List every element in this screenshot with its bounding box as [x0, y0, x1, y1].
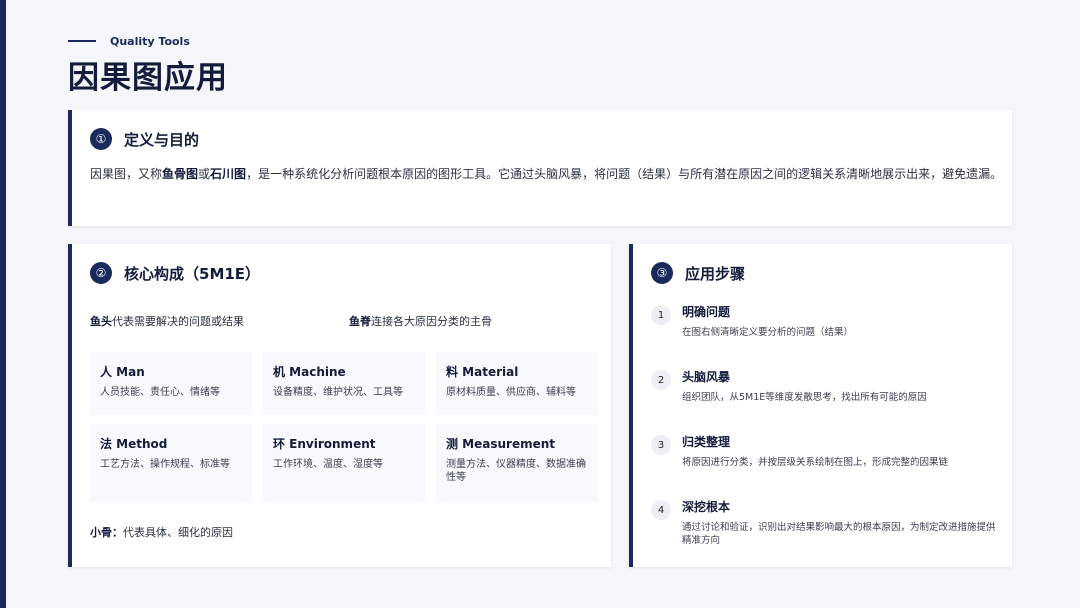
fish-spine-desc: 连接各大原因分类的主骨	[371, 315, 492, 328]
definition-text-part: ，是一种系统化分析问题根本原因的图形工具。它通过头脑风暴，将问题（结果）与所有潜…	[246, 167, 1003, 181]
structure-header: ② 核心构成（5M1E）	[90, 262, 260, 284]
step-item: 3 归类整理 将原因进行分类，并按层级关系绘制在图上，形成完整的因果链	[651, 433, 1001, 469]
fish-head-term: 鱼头	[90, 315, 112, 328]
eyebrow-label: Quality Tools	[110, 34, 190, 48]
term-fishbone: 鱼骨图	[162, 167, 199, 181]
structure-card: ② 核心构成（5M1E） 鱼头代表需要解决的问题或结果 鱼脊连接各大原因分类的主…	[68, 244, 611, 567]
step-title: 明确问题	[682, 305, 731, 319]
step-item: 1 明确问题 在图右侧清晰定义要分析的问题（结果）	[651, 303, 1001, 339]
step-desc: 通过讨论和验证，识别出对结果影响最大的根本原因，为制定改进措施提供精准方向	[682, 522, 996, 546]
small-bones-term: 小骨：	[90, 526, 123, 539]
step-number: 4	[651, 500, 671, 520]
fish-spine-term: 鱼脊	[349, 315, 371, 328]
factor-title: 人 Man	[100, 365, 145, 379]
eyebrow-line	[68, 40, 96, 42]
factor-title: 环 Environment	[273, 437, 376, 451]
small-bones-line: 小骨：代表具体、细化的原因	[90, 524, 233, 540]
steps-header: ③ 应用步骤	[651, 262, 745, 284]
definition-text-part: 因果图，又称	[90, 167, 163, 181]
step-item: 2 头脑风暴 组织团队，从5M1E等维度发散思考，找出所有可能的原因	[651, 368, 1001, 404]
definition-title: 定义与目的	[124, 130, 200, 149]
factor-desc: 设备精度、维护状况、工具等	[273, 387, 403, 398]
steps-card: ③ 应用步骤 1 明确问题 在图右侧清晰定义要分析的问题（结果） 2 头脑风暴 …	[629, 244, 1012, 567]
definition-text: 因果图，又称鱼骨图或石川图，是一种系统化分析问题根本原因的图形工具。它通过头脑风…	[90, 166, 1004, 183]
factor-environment: 环 Environment 工作环境、温度、湿度等	[263, 424, 425, 502]
term-ishikawa: 石川图	[210, 167, 247, 181]
eyebrow: Quality Tools	[68, 33, 190, 49]
step-desc: 将原因进行分类，并按层级关系绘制在图上，形成完整的因果链	[682, 457, 949, 468]
factor-material: 料 Material 原材料质量、供应商、辅料等	[436, 352, 598, 415]
step-title: 深挖根本	[682, 500, 731, 514]
structure-title: 核心构成（5M1E）	[124, 264, 261, 283]
step-number: 1	[651, 305, 671, 325]
page-title: 因果图应用	[68, 60, 228, 96]
fish-spine-line: 鱼脊连接各大原因分类的主骨	[349, 313, 492, 329]
step-number: 2	[651, 370, 671, 390]
factor-measurement: 测 Measurement 测量方法、仪器精度、数据准确性等	[436, 424, 598, 502]
left-accent-bar	[0, 0, 6, 608]
factor-title: 机 Machine	[273, 365, 346, 379]
factor-title: 测 Measurement	[446, 437, 556, 451]
step-item: 4 深挖根本 通过讨论和验证，识别出对结果影响最大的根本原因，为制定改进措施提供…	[651, 498, 1001, 547]
definition-header: ① 定义与目的	[90, 128, 199, 150]
definition-text-part: 或	[198, 167, 211, 181]
factor-desc: 工艺方法、操作规程、标准等	[100, 459, 230, 470]
factor-title: 法 Method	[100, 437, 168, 451]
fish-head-desc: 代表需要解决的问题或结果	[112, 315, 244, 328]
fish-head-line: 鱼头代表需要解决的问题或结果	[90, 313, 244, 329]
factor-method: 法 Method 工艺方法、操作规程、标准等	[90, 424, 252, 502]
factor-man: 人 Man 人员技能、责任心、情绪等	[90, 352, 252, 415]
steps-title: 应用步骤	[685, 264, 746, 283]
step-desc: 在图右侧清晰定义要分析的问题（结果）	[682, 327, 854, 338]
number-badge-2: ②	[90, 262, 112, 284]
number-badge-1: ①	[90, 128, 112, 150]
factor-desc: 测量方法、仪器精度、数据准确性等	[446, 459, 586, 483]
factor-desc: 原材料质量、供应商、辅料等	[446, 387, 576, 398]
number-badge-3: ③	[651, 262, 673, 284]
step-title: 归类整理	[682, 435, 731, 449]
definition-card: ① 定义与目的 因果图，又称鱼骨图或石川图，是一种系统化分析问题根本原因的图形工…	[68, 110, 1012, 226]
factor-grid: 人 Man 人员技能、责任心、情绪等 机 Machine 设备精度、维护状况、工…	[90, 352, 598, 502]
factor-machine: 机 Machine 设备精度、维护状况、工具等	[263, 352, 425, 415]
step-title: 头脑风暴	[682, 370, 731, 384]
step-number: 3	[651, 435, 671, 455]
step-desc: 组织团队，从5M1E等维度发散思考，找出所有可能的原因	[682, 392, 927, 403]
factor-title: 料 Material	[446, 365, 519, 379]
factor-desc: 工作环境、温度、湿度等	[273, 459, 383, 470]
factor-desc: 人员技能、责任心、情绪等	[100, 387, 220, 398]
small-bones-desc: 代表具体、细化的原因	[123, 526, 233, 539]
